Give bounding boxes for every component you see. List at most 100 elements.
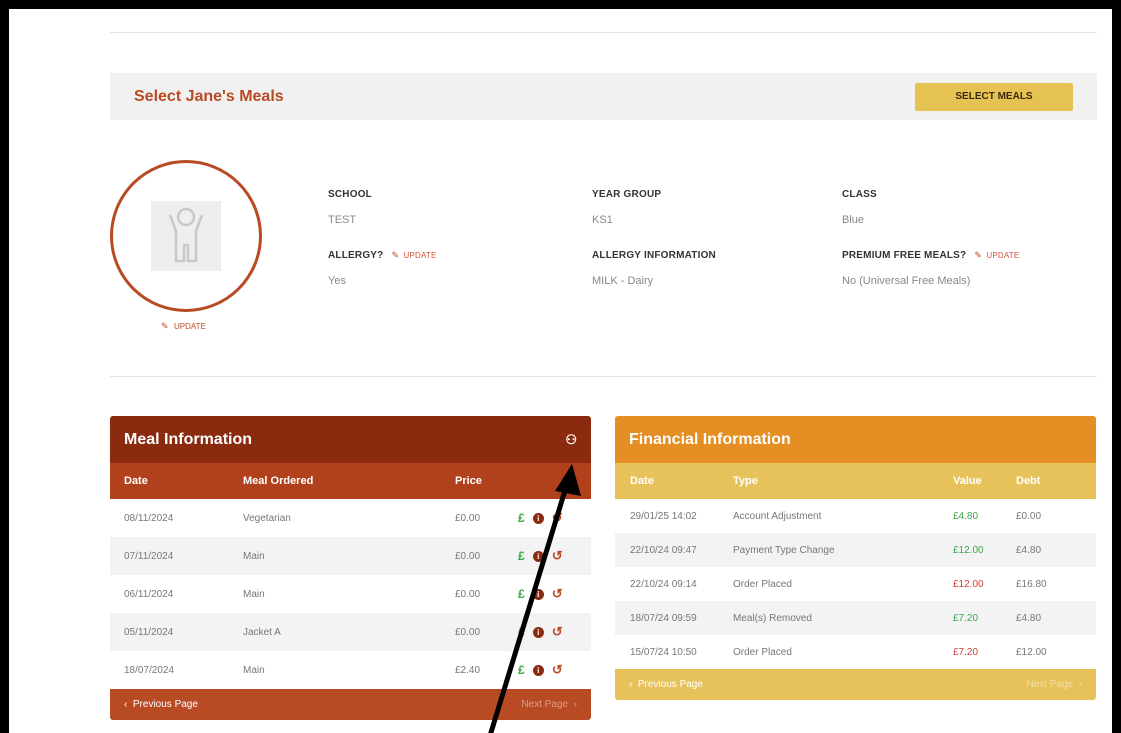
- allergy-update-label: UPDATE: [403, 251, 437, 260]
- allergy-info-value: MILK - Dairy: [592, 275, 654, 287]
- col-price: Price: [455, 475, 482, 487]
- history-icon[interactable]: ↺: [552, 624, 563, 640]
- meal-prev-page[interactable]: ‹ Previous Page: [124, 699, 198, 710]
- meal-prev-label: Previous Page: [132, 699, 198, 710]
- allergy-value: Yes: [328, 275, 346, 287]
- fin-next-page[interactable]: Next Page ›: [1026, 679, 1082, 690]
- meal-next-label: Next Page: [521, 699, 569, 710]
- table-row: 18/07/2024 Main £2.40 £ i ↺: [110, 651, 591, 689]
- premium-label-row: PREMIUM FREE MEALS? ✎ UPDATE: [842, 250, 1019, 261]
- fin-date: 18/07/24 09:59: [630, 612, 697, 624]
- col-fin-value: Value: [953, 475, 982, 487]
- info-icon[interactable]: i: [532, 550, 544, 562]
- table-row: 07/11/2024 Main £0.00 £ i ↺: [110, 537, 591, 575]
- table-row: 18/07/24 09:59 Meal(s) Removed £7.20 £4.80: [615, 601, 1096, 635]
- meal-panel-title: Meal Information: [124, 430, 253, 448]
- meal-date: 06/11/2024: [124, 588, 174, 600]
- child-placeholder-icon: [151, 201, 221, 271]
- fin-value: £7.20: [953, 646, 979, 658]
- table-row: 22/10/24 09:47 Payment Type Change £12.00 £…: [615, 533, 1096, 567]
- mid-divider: [110, 376, 1097, 377]
- col-meal-ordered: Meal Ordered: [243, 475, 314, 487]
- page: Select Jane's Meals SELECT MEALS ✎ UPDAT…: [9, 9, 1112, 733]
- allergy-update-link[interactable]: ✎ UPDATE: [392, 251, 437, 261]
- row-actions: £ i ↺: [518, 662, 563, 678]
- allergy-label-row: ALLERGY? ✎ UPDATE: [328, 250, 437, 261]
- meal-ordered: Jacket A: [243, 626, 281, 638]
- allergy-info-label: ALLERGY INFORMATION: [592, 250, 716, 261]
- avatar-update-label: UPDATE: [174, 322, 206, 331]
- col-fin-debt: Debt: [1016, 475, 1041, 487]
- select-meals-button[interactable]: SELECT MEALS: [915, 82, 1073, 111]
- meal-date: 18/07/2024: [124, 664, 175, 676]
- avatar-update-link[interactable]: ✎ UPDATE: [161, 321, 206, 332]
- table-row: 08/11/2024 Vegetarian £0.00 £ i ↺: [110, 499, 591, 537]
- meal-ordered: Main: [243, 588, 265, 600]
- col-fin-type: Type: [733, 475, 758, 487]
- pound-icon[interactable]: £: [518, 549, 525, 563]
- table-row: 15/07/24 10:50 Order Placed £7.20 £12.00: [615, 635, 1096, 669]
- fin-prev-page[interactable]: ‹ Previous Page: [629, 679, 703, 690]
- history-icon[interactable]: ↺: [552, 586, 563, 602]
- fin-column-headers: Date Type Value Debt: [615, 463, 1096, 499]
- year-group-info: YEAR GROUP KS1: [592, 189, 661, 226]
- meal-price: £0.00: [455, 512, 481, 524]
- meal-ordered: Main: [243, 664, 265, 676]
- info-icon[interactable]: i: [532, 626, 544, 638]
- fin-debt: £12.00: [1016, 646, 1047, 658]
- class-info: CLASS Blue: [842, 189, 877, 226]
- year-group-value: KS1: [592, 214, 613, 226]
- table-row: 22/10/24 09:14 Order Placed £12.00 £16.80: [615, 567, 1096, 601]
- meal-column-headers: Date Meal Ordered Price: [110, 463, 591, 499]
- history-icon[interactable]: ↺: [552, 662, 563, 678]
- meal-ordered: Main: [243, 550, 265, 562]
- meal-date: 05/11/2024: [124, 626, 174, 638]
- meal-price: £0.00: [455, 626, 481, 638]
- fin-value: £4.80: [953, 510, 979, 522]
- school-info: SCHOOL TEST: [328, 189, 372, 226]
- meal-ordered: Vegetarian: [243, 512, 291, 524]
- pound-icon[interactable]: £: [518, 625, 525, 639]
- school-value: TEST: [328, 214, 357, 226]
- premium-value: No (Universal Free Meals): [842, 275, 971, 287]
- pound-icon[interactable]: £: [518, 663, 525, 677]
- fin-panel-header: Financial Information: [615, 416, 1096, 463]
- allergy-information: ALLERGY INFORMATION MILK - Dairy: [592, 250, 716, 287]
- fin-date: 22/10/24 09:47: [630, 544, 697, 556]
- hierarchy-icon[interactable]: ⚇: [565, 432, 577, 448]
- pound-icon[interactable]: £: [518, 511, 525, 525]
- info-icon[interactable]: i: [532, 512, 544, 524]
- allergy-label: ALLERGY?: [328, 250, 384, 261]
- history-icon[interactable]: ↺: [552, 510, 563, 526]
- school-label: SCHOOL: [328, 189, 372, 200]
- meal-next-page[interactable]: Next Page ›: [521, 699, 577, 710]
- class-value: Blue: [842, 214, 865, 226]
- pencil-icon: ✎: [161, 321, 169, 331]
- meal-price: £2.40: [455, 664, 481, 676]
- row-actions: £ i ↺: [518, 548, 563, 564]
- premium-update-link[interactable]: ✎ UPDATE: [974, 250, 1020, 261]
- fin-debt: £0.00: [1016, 510, 1042, 522]
- fin-debt: £4.80: [1016, 544, 1042, 556]
- fin-type: Account Adjustment: [733, 510, 822, 522]
- history-icon[interactable]: ↺: [552, 548, 563, 564]
- table-row: 06/11/2024 Main £0.00 £ i ↺: [110, 575, 591, 613]
- meal-date: 08/11/2024: [124, 512, 174, 524]
- fin-debt: £16.80: [1016, 578, 1047, 590]
- premium-update-label: UPDATE: [986, 251, 1020, 260]
- fin-value: £12.00: [953, 578, 984, 590]
- row-actions: £ i ↺: [518, 624, 563, 640]
- premium-label: PREMIUM FREE MEALS?: [842, 250, 967, 261]
- info-icon[interactable]: i: [532, 664, 544, 676]
- pound-icon[interactable]: £: [518, 587, 525, 601]
- col-fin-date: Date: [630, 475, 654, 487]
- fin-value: £12.00: [953, 544, 984, 556]
- fin-type: Order Placed: [733, 578, 792, 590]
- fin-date: 15/07/24 10:50: [630, 646, 697, 658]
- pencil-icon: ✎: [974, 250, 983, 260]
- premium-free-meals-info: PREMIUM FREE MEALS? ✎ UPDATE No (Univers…: [842, 250, 1019, 287]
- fin-date: 29/01/25 14:02: [630, 510, 697, 522]
- fin-type: Meal(s) Removed: [733, 612, 812, 624]
- class-label: CLASS: [842, 189, 877, 200]
- info-icon[interactable]: i: [532, 588, 544, 600]
